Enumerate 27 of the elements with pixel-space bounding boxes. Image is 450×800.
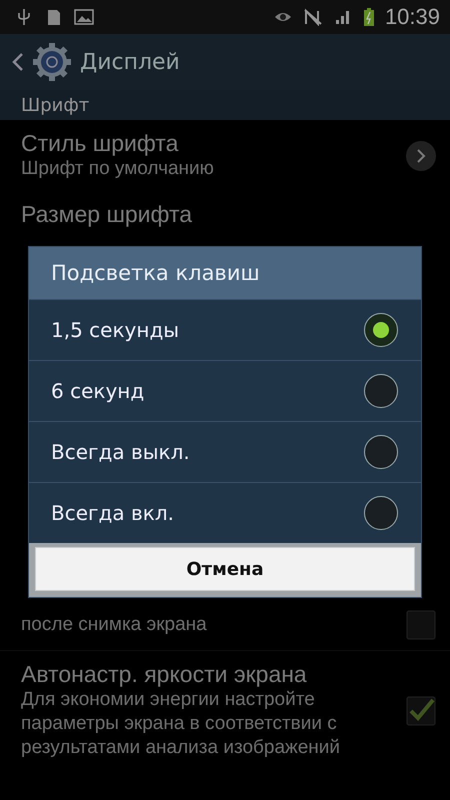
dialog-title: Подсветка клавиш (29, 247, 421, 299)
setting-title: Размер шрифта (21, 201, 194, 228)
setting-summary: после снимка экрана (21, 613, 208, 637)
option-label: Всегда выкл. (51, 440, 190, 464)
no-signal-icon (302, 8, 323, 26)
setting-title: Автонастр. яркости экрана (21, 661, 308, 688)
back-icon[interactable] (12, 52, 24, 72)
setting-summary: Шрифт по умолчанию (21, 157, 215, 181)
radio-button[interactable] (363, 434, 399, 470)
image-icon (74, 8, 94, 26)
radio-button[interactable] (363, 373, 399, 409)
setting-summary: Для экономии энергии настройте параметры экрана в соответствии с результатами анализа изображений (21, 688, 342, 760)
chevron-icon[interactable] (406, 140, 436, 170)
radio-button[interactable] (363, 495, 399, 531)
screen-title: Дисплей (80, 50, 180, 74)
checkbox[interactable] (406, 696, 436, 726)
option-label: Всегда вкл. (51, 501, 174, 525)
option-label: 1,5 секунды (51, 318, 180, 342)
setting-title: Стиль шрифта (21, 130, 180, 157)
clock-time: 10:39 (384, 4, 440, 30)
section-title: Шрифт (21, 94, 90, 116)
cancel-button[interactable]: Отмена (35, 547, 415, 591)
radio-button[interactable] (363, 312, 399, 348)
battery-icon (362, 7, 375, 27)
settings-icon (32, 42, 72, 82)
checkbox[interactable] (406, 610, 436, 640)
option-label: 6 секунд (51, 379, 144, 403)
